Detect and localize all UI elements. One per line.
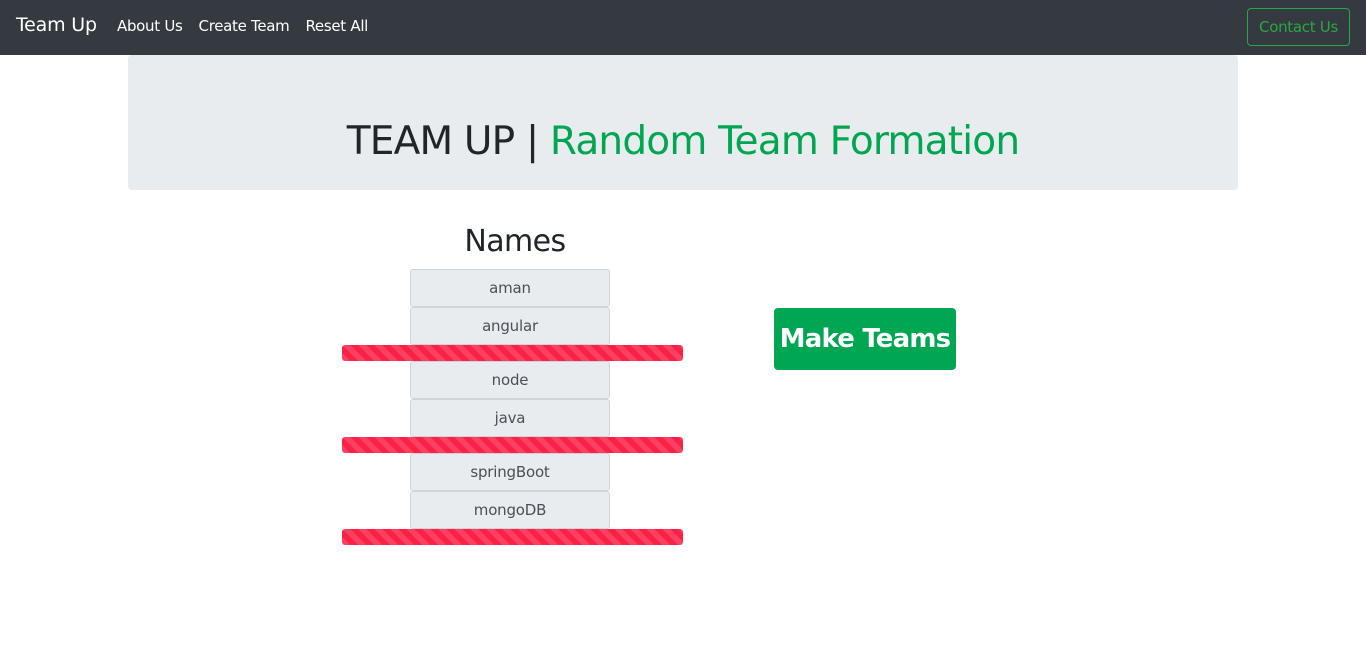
team-divider bbox=[342, 437, 683, 453]
contact-us-button[interactable]: Contact Us bbox=[1247, 8, 1350, 46]
page-title-accent: Random Team Formation bbox=[549, 119, 1020, 164]
nav-link-create-team[interactable]: Create Team bbox=[199, 17, 290, 35]
brand-link[interactable]: Team Up bbox=[16, 14, 97, 36]
name-item-node[interactable]: node bbox=[410, 361, 610, 399]
nav-link-about-us[interactable]: About Us bbox=[117, 17, 183, 35]
page-title: TEAM UP | Random Team Formation bbox=[128, 119, 1238, 166]
name-item-java[interactable]: java bbox=[410, 399, 610, 437]
hero-banner: TEAM UP | Random Team Formation bbox=[128, 55, 1238, 190]
name-item-angular[interactable]: angular bbox=[410, 307, 610, 345]
page-title-prefix: TEAM UP | bbox=[346, 119, 550, 164]
names-heading: Names bbox=[464, 224, 566, 259]
team-divider bbox=[342, 529, 683, 545]
navbar: Team Up About Us Create Team Reset All C… bbox=[0, 0, 1366, 55]
name-item-aman[interactable]: aman bbox=[410, 269, 610, 307]
team-divider bbox=[342, 345, 683, 361]
nav-link-reset-all[interactable]: Reset All bbox=[305, 17, 368, 35]
nav-links: About Us Create Team Reset All bbox=[117, 17, 368, 35]
name-item-mongodb[interactable]: mongoDB bbox=[410, 491, 610, 529]
name-item-springboot[interactable]: springBoot bbox=[410, 453, 610, 491]
make-teams-button[interactable]: Make Teams bbox=[774, 308, 956, 370]
